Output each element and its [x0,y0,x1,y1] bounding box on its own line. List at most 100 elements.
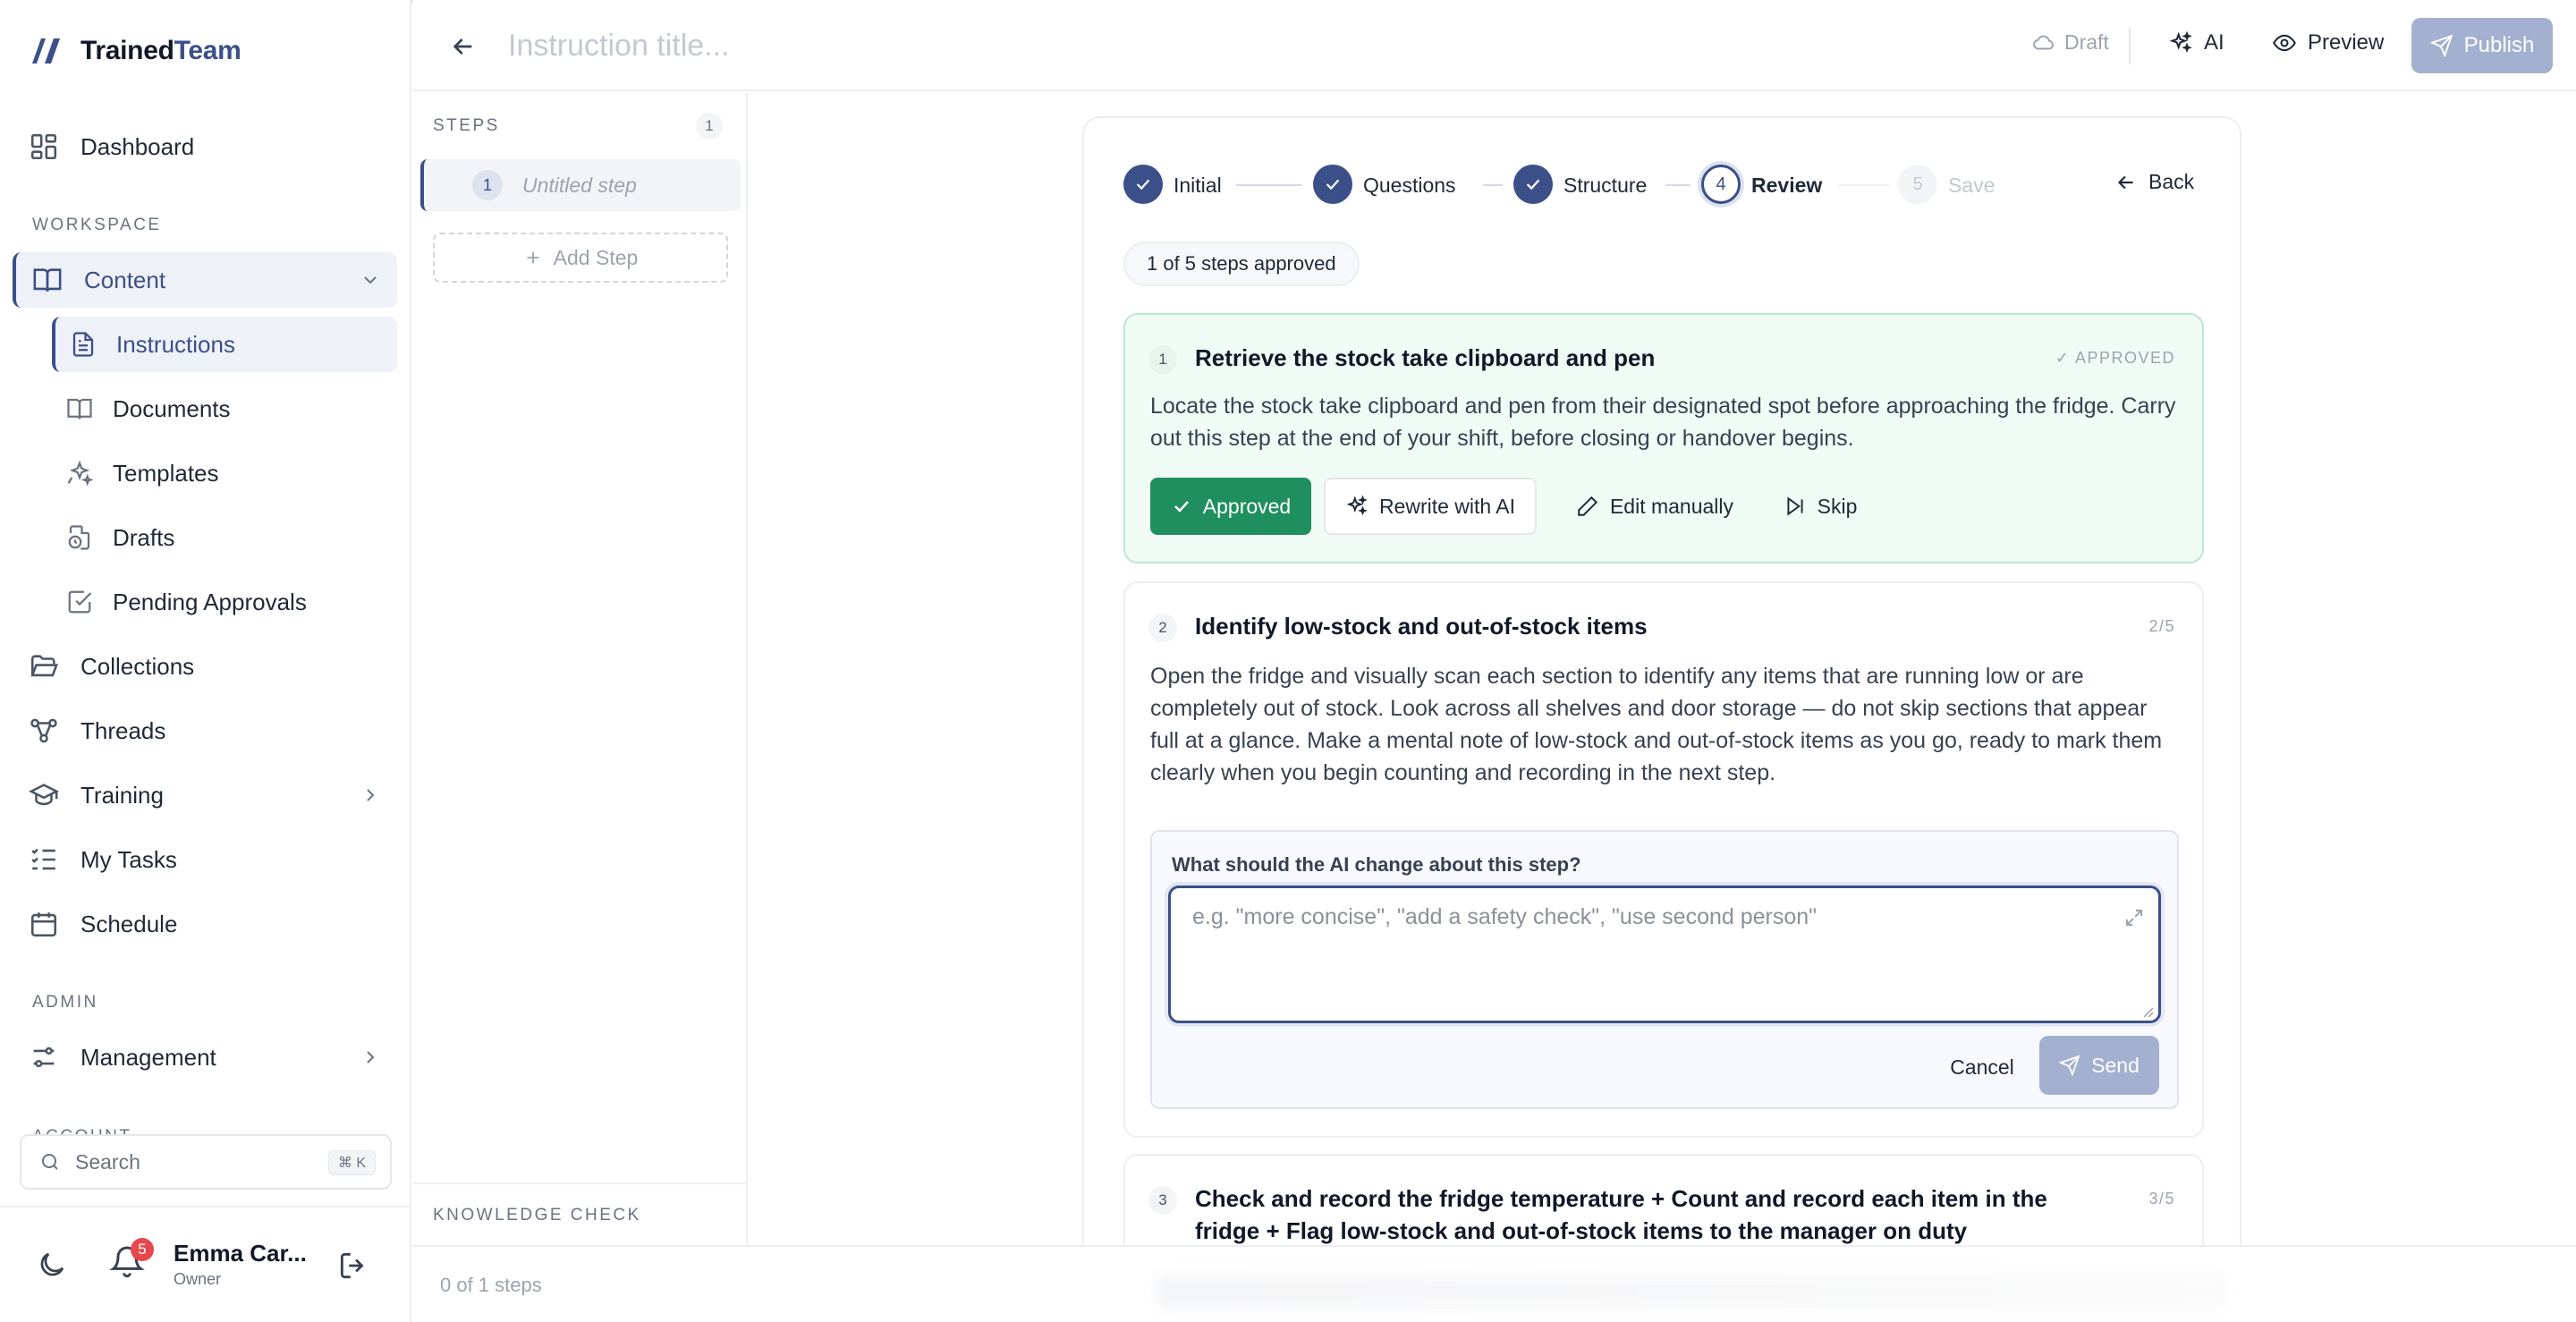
skip-button[interactable]: Skip [1771,478,1869,535]
chevron-right-icon[interactable] [360,1047,381,1068]
chevron-right-icon[interactable] [360,784,381,806]
wizard-step-questions-label: Questions [1363,174,1456,197]
nav-pending-approvals-label: Pending Approvals [113,588,307,615]
approved-button[interactable]: Approved [1150,478,1311,535]
ai-rewrite-send-button[interactable]: Send [2039,1036,2159,1095]
check-icon [1174,501,1189,513]
expand-icon[interactable] [2123,907,2145,928]
wizard-connector [1236,184,1302,186]
brand[interactable]: TrainedTeam [30,36,242,66]
review-step-card-approved: 1 Retrieve the stock take clipboard and … [1123,313,2204,564]
file-text-icon [72,332,94,357]
nav-dashboard-label: Dashboard [80,132,195,160]
nav-schedule-label: Schedule [80,910,178,937]
sidebar-search[interactable]: Search ⌘ K [20,1134,392,1190]
review-step-title: Check and record the fridge temperature … [1195,1185,2047,1244]
nav-management-label: Management [80,1043,216,1071]
check-icon [1526,179,1540,191]
skip-label: Skip [1817,494,1858,518]
publish-button-label: Publish [2463,33,2535,57]
resize-grip-icon[interactable] [2140,1004,2154,1018]
rewrite-with-ai-button[interactable]: Rewrite with AI [1324,478,1537,535]
nav-my-tasks-label: My Tasks [80,845,177,873]
cloud-icon [2033,35,2054,49]
steps-heading: STEPS [433,116,500,135]
nav-pending-approvals[interactable]: Pending Approvals [52,574,397,630]
wizard-step-save-label: Save [1948,174,1996,197]
nav-schedule[interactable]: Schedule [13,896,397,952]
nav-instructions-label: Instructions [116,330,235,358]
knowledge-check-heading: KNOWLEDGE CHECK [433,1206,641,1225]
nav-collections-label: Collections [80,652,195,680]
arrow-left-icon [2117,175,2133,189]
ai-button[interactable]: AI [2168,30,2224,55]
nav-training[interactable]: Training [13,767,397,823]
nav-collections[interactable]: Collections [13,639,397,694]
admin-section-label: ADMIN [32,993,98,1012]
nav-instructions[interactable]: Instructions [52,317,397,372]
sparkles-icon [2169,30,2192,54]
send-icon [2429,34,2453,57]
nav-dashboard[interactable]: Dashboard [13,119,397,174]
wizard-connector [1665,184,1690,186]
ai-rewrite-panel: What should the AI change about this ste… [1150,830,2179,1109]
sliders-icon [33,1047,55,1068]
review-step-title: Retrieve the stock take clipboard and pe… [1195,344,1656,371]
wizard-connector [1483,184,1503,186]
ai-rewrite-prompt-label: What should the AI change about this ste… [1172,853,1581,876]
add-step-label: Add Step [553,245,639,269]
moon-icon[interactable] [36,1249,68,1281]
review-step-progress: 3/5 [2148,1190,2175,1208]
review-step-number: 2 [1148,614,1177,642]
add-step-button[interactable]: Add Step [433,233,728,283]
nav-management[interactable]: Management [13,1030,397,1085]
book-icon [67,398,92,419]
steps-completion-status: 0 of 1 steps [440,1274,542,1296]
nav-drafts[interactable]: Drafts [52,510,397,565]
user-name[interactable]: Emma Car... [174,1240,307,1267]
workspace-section-label: WORKSPACE [32,216,162,234]
review-step-number: 1 [1148,345,1177,374]
steps-list-item-title: Untitled step [522,173,637,197]
publish-button[interactable]: Publish [2411,18,2553,73]
preview-button[interactable]: Preview [2272,30,2384,55]
nav-templates[interactable]: Templates [52,445,397,501]
nav-threads[interactable]: Threads [13,703,397,758]
wizard-back-label: Back [2148,170,2195,193]
review-step-body: Locate the stock take clipboard and pen … [1150,394,2176,451]
review-step-number: 3 [1148,1186,1177,1215]
chevron-down-icon[interactable] [360,269,381,291]
sidebar-search-placeholder: Search [75,1149,140,1174]
wizard-back-button[interactable]: Back [2114,170,2194,194]
back-arrow-icon[interactable] [449,32,478,61]
review-step-title: Identify low-stock and out-of-stock item… [1195,613,1648,640]
nav-threads-label: Threads [80,716,166,744]
ai-rewrite-input[interactable] [1168,886,2161,1023]
graduation-cap-icon [29,784,59,806]
nav-documents[interactable]: Documents [52,381,397,436]
knowledge-check-divider [413,1182,746,1184]
steps-count-badge: 1 [696,113,723,140]
wizard-step-review-label: Review [1751,174,1823,197]
list-checks-icon [31,848,55,870]
wizard-step-questions-node[interactable] [1313,165,1352,204]
wizard-step-save-node: 5 [1898,165,1937,204]
user-role: Owner [174,1270,222,1288]
sparkles-icon [67,460,93,487]
review-step-body: Open the fridge and visually scan each s… [1150,664,2163,785]
nav-content[interactable]: Content [13,252,397,308]
edit-manually-button[interactable]: Edit manually [1549,478,1760,535]
nav-my-tasks[interactable]: My Tasks [13,832,397,887]
steps-list-item[interactable]: 1 Untitled step [420,159,741,211]
nav-templates-label: Templates [113,459,219,487]
wizard-step-structure-node[interactable] [1513,165,1553,204]
review-step-progress: 2/5 [2148,617,2175,635]
preview-button-label: Preview [2308,30,2385,55]
wizard-step-structure-label: Structure [1563,174,1648,197]
status-bar-blur [1156,1274,2229,1309]
ai-rewrite-cancel-button[interactable]: Cancel [1936,1039,2029,1095]
instruction-title-input[interactable] [508,23,1313,68]
wizard-step-review-node[interactable]: 4 [1701,165,1741,204]
logout-icon[interactable] [336,1249,370,1283]
wizard-step-initial-node[interactable] [1123,165,1163,204]
